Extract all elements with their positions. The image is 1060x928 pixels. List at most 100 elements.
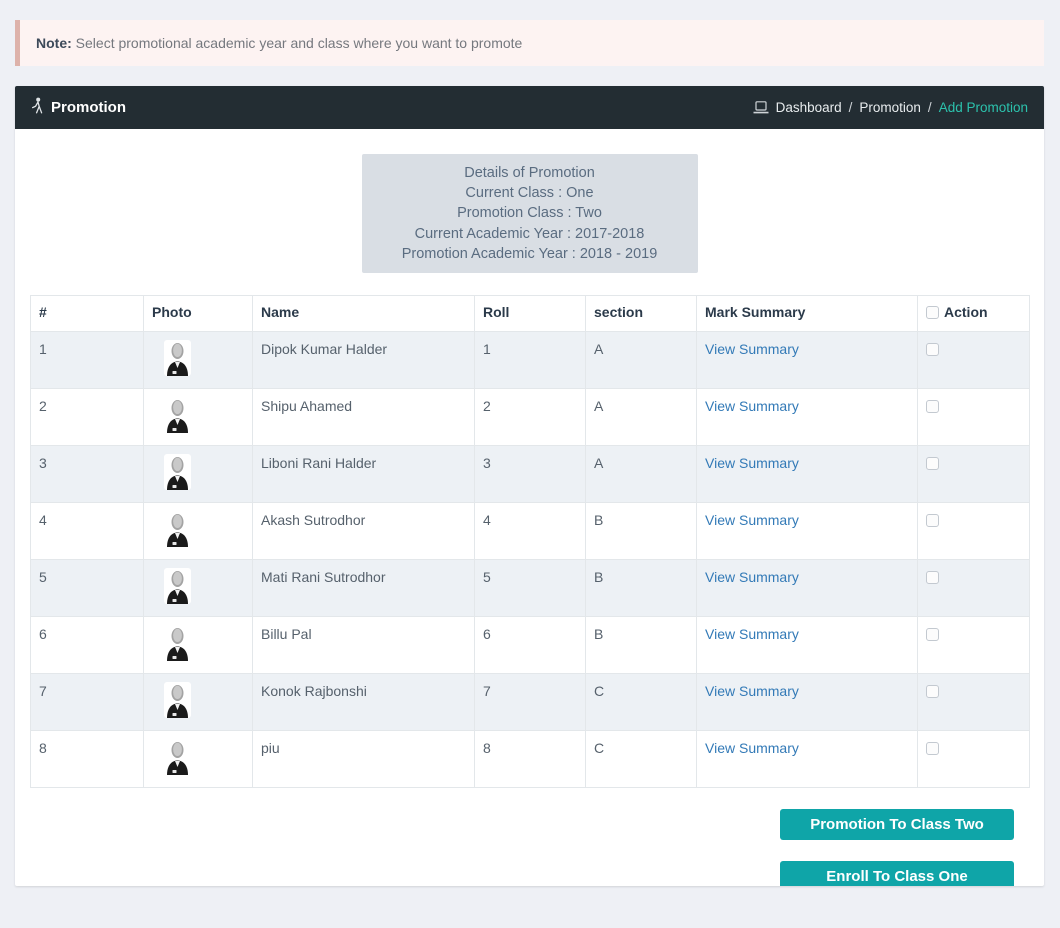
- select-all-checkbox[interactable]: [926, 306, 939, 320]
- header-name: Name: [252, 295, 475, 333]
- row-select-checkbox[interactable]: [926, 514, 939, 528]
- row-number: 8: [30, 730, 144, 789]
- table-row: 6 Billu Pal 6 B View Summary: [30, 616, 1030, 675]
- row-number: 3: [30, 445, 144, 504]
- row-number: 7: [30, 673, 144, 732]
- student-roll: 8: [474, 730, 586, 789]
- table-row: 5 Mati Rani Sutrodhor 5 B View Summary: [30, 559, 1030, 618]
- student-photo-cell: [143, 502, 253, 561]
- student-roll: 3: [474, 445, 586, 504]
- row-select-checkbox[interactable]: [926, 400, 939, 414]
- row-number: 4: [30, 502, 144, 561]
- row-select-checkbox[interactable]: [926, 571, 939, 585]
- student-name: Mati Rani Sutrodhor: [252, 559, 475, 618]
- details-title: Details of Promotion: [464, 165, 595, 181]
- card-header: Promotion Dashboard / Promotion / Add Pr…: [15, 86, 1044, 129]
- view-summary-link[interactable]: View Summary: [705, 398, 799, 414]
- details-current-class: Current Class : One: [465, 185, 594, 202]
- view-summary-link[interactable]: View Summary: [705, 341, 799, 357]
- view-summary-link[interactable]: View Summary: [705, 569, 799, 585]
- student-roll: 2: [474, 388, 586, 447]
- card-body: Details of Promotion Current Class : One…: [15, 129, 1044, 886]
- note-banner: Note: Select promotional academic year a…: [15, 20, 1044, 66]
- table-row: 3 Liboni Rani Halder 3 A View Summary: [30, 445, 1030, 504]
- table-row: 2 Shipu Ahamed 2 A View Summary: [30, 388, 1030, 447]
- row-select-checkbox[interactable]: [926, 628, 939, 642]
- student-photo-cell: [143, 388, 253, 447]
- promotion-card: Promotion Dashboard / Promotion / Add Pr…: [15, 86, 1044, 886]
- row-select-checkbox[interactable]: [926, 742, 939, 756]
- row-select-checkbox[interactable]: [926, 457, 939, 471]
- table-row: 7 Konok Rajbonshi 7 C View Summary: [30, 673, 1030, 732]
- header-number: #: [30, 295, 144, 333]
- note-label: Note:: [36, 35, 72, 51]
- action-buttons: Promotion To Class Two Enroll To Class O…: [30, 809, 1029, 886]
- student-name: Dipok Kumar Halder: [252, 331, 475, 390]
- note-text: Select promotional academic year and cla…: [71, 35, 523, 51]
- view-summary-link[interactable]: View Summary: [705, 683, 799, 699]
- view-summary-link[interactable]: View Summary: [705, 740, 799, 756]
- header-photo: Photo: [143, 295, 253, 333]
- student-roll: 6: [474, 616, 586, 675]
- promotion-person-icon: [31, 97, 44, 118]
- student-name: piu: [252, 730, 475, 789]
- student-avatar: [164, 454, 191, 491]
- view-summary-link[interactable]: View Summary: [705, 455, 799, 471]
- row-select-checkbox[interactable]: [926, 685, 939, 699]
- student-name: Shipu Ahamed: [252, 388, 475, 447]
- header-roll: Roll: [474, 295, 586, 333]
- table-header-row: # Photo Name Roll section Mark Summary A…: [30, 295, 1030, 333]
- student-avatar: [164, 397, 191, 434]
- student-photo-cell: [143, 445, 253, 504]
- breadcrumb-add-promotion[interactable]: Add Promotion: [939, 100, 1028, 115]
- student-name: Billu Pal: [252, 616, 475, 675]
- student-section: A: [585, 388, 697, 447]
- student-section: A: [585, 331, 697, 390]
- student-avatar: [164, 682, 191, 719]
- student-avatar: [164, 739, 191, 776]
- student-avatar: [164, 511, 191, 548]
- student-name: Konok Rajbonshi: [252, 673, 475, 732]
- student-roll: 4: [474, 502, 586, 561]
- table-row: 1 Dipok Kumar Halder 1 A View Summary: [30, 331, 1030, 390]
- page-title: Promotion: [31, 97, 126, 118]
- view-summary-link[interactable]: View Summary: [705, 512, 799, 528]
- row-number: 2: [30, 388, 144, 447]
- header-mark-summary: Mark Summary: [696, 295, 918, 333]
- view-summary-link[interactable]: View Summary: [705, 626, 799, 642]
- breadcrumb-separator: /: [848, 100, 853, 115]
- student-section: A: [585, 445, 697, 504]
- student-section: B: [585, 559, 697, 618]
- student-section: C: [585, 730, 697, 789]
- enroll-to-class-button[interactable]: Enroll To Class One: [780, 861, 1014, 886]
- student-avatar: [164, 625, 191, 662]
- student-photo-cell: [143, 331, 253, 390]
- header-action: Action: [917, 295, 1030, 333]
- student-photo-cell: [143, 730, 253, 789]
- student-name: Akash Sutrodhor: [252, 502, 475, 561]
- student-name: Liboni Rani Halder: [252, 445, 475, 504]
- student-section: B: [585, 502, 697, 561]
- breadcrumb: Dashboard / Promotion / Add Promotion: [753, 100, 1028, 115]
- row-select-checkbox[interactable]: [926, 343, 939, 357]
- student-photo-cell: [143, 616, 253, 675]
- page: Note: Select promotional academic year a…: [0, 0, 1060, 928]
- row-number: 5: [30, 559, 144, 618]
- details-current-year: Current Academic Year : 2017-2018: [414, 225, 645, 242]
- student-photo-cell: [143, 673, 253, 732]
- student-avatar: [164, 568, 191, 605]
- breadcrumb-dashboard[interactable]: Dashboard: [776, 100, 842, 115]
- table-row: 8 piu 8 C View Summary: [30, 730, 1030, 789]
- breadcrumb-promotion[interactable]: Promotion: [859, 100, 921, 115]
- row-number: 1: [30, 331, 144, 390]
- row-number: 6: [30, 616, 144, 675]
- promotion-to-class-button[interactable]: Promotion To Class Two: [780, 809, 1014, 841]
- dashboard-icon: [753, 101, 769, 114]
- student-avatar: [164, 340, 191, 377]
- student-roll: 1: [474, 331, 586, 390]
- student-photo-cell: [143, 559, 253, 618]
- table-row: 4 Akash Sutrodhor 4 B View Summary: [30, 502, 1030, 561]
- breadcrumb-separator: /: [927, 100, 932, 115]
- details-promotion-year: Promotion Academic Year : 2018 - 2019: [401, 245, 658, 262]
- student-section: C: [585, 673, 697, 732]
